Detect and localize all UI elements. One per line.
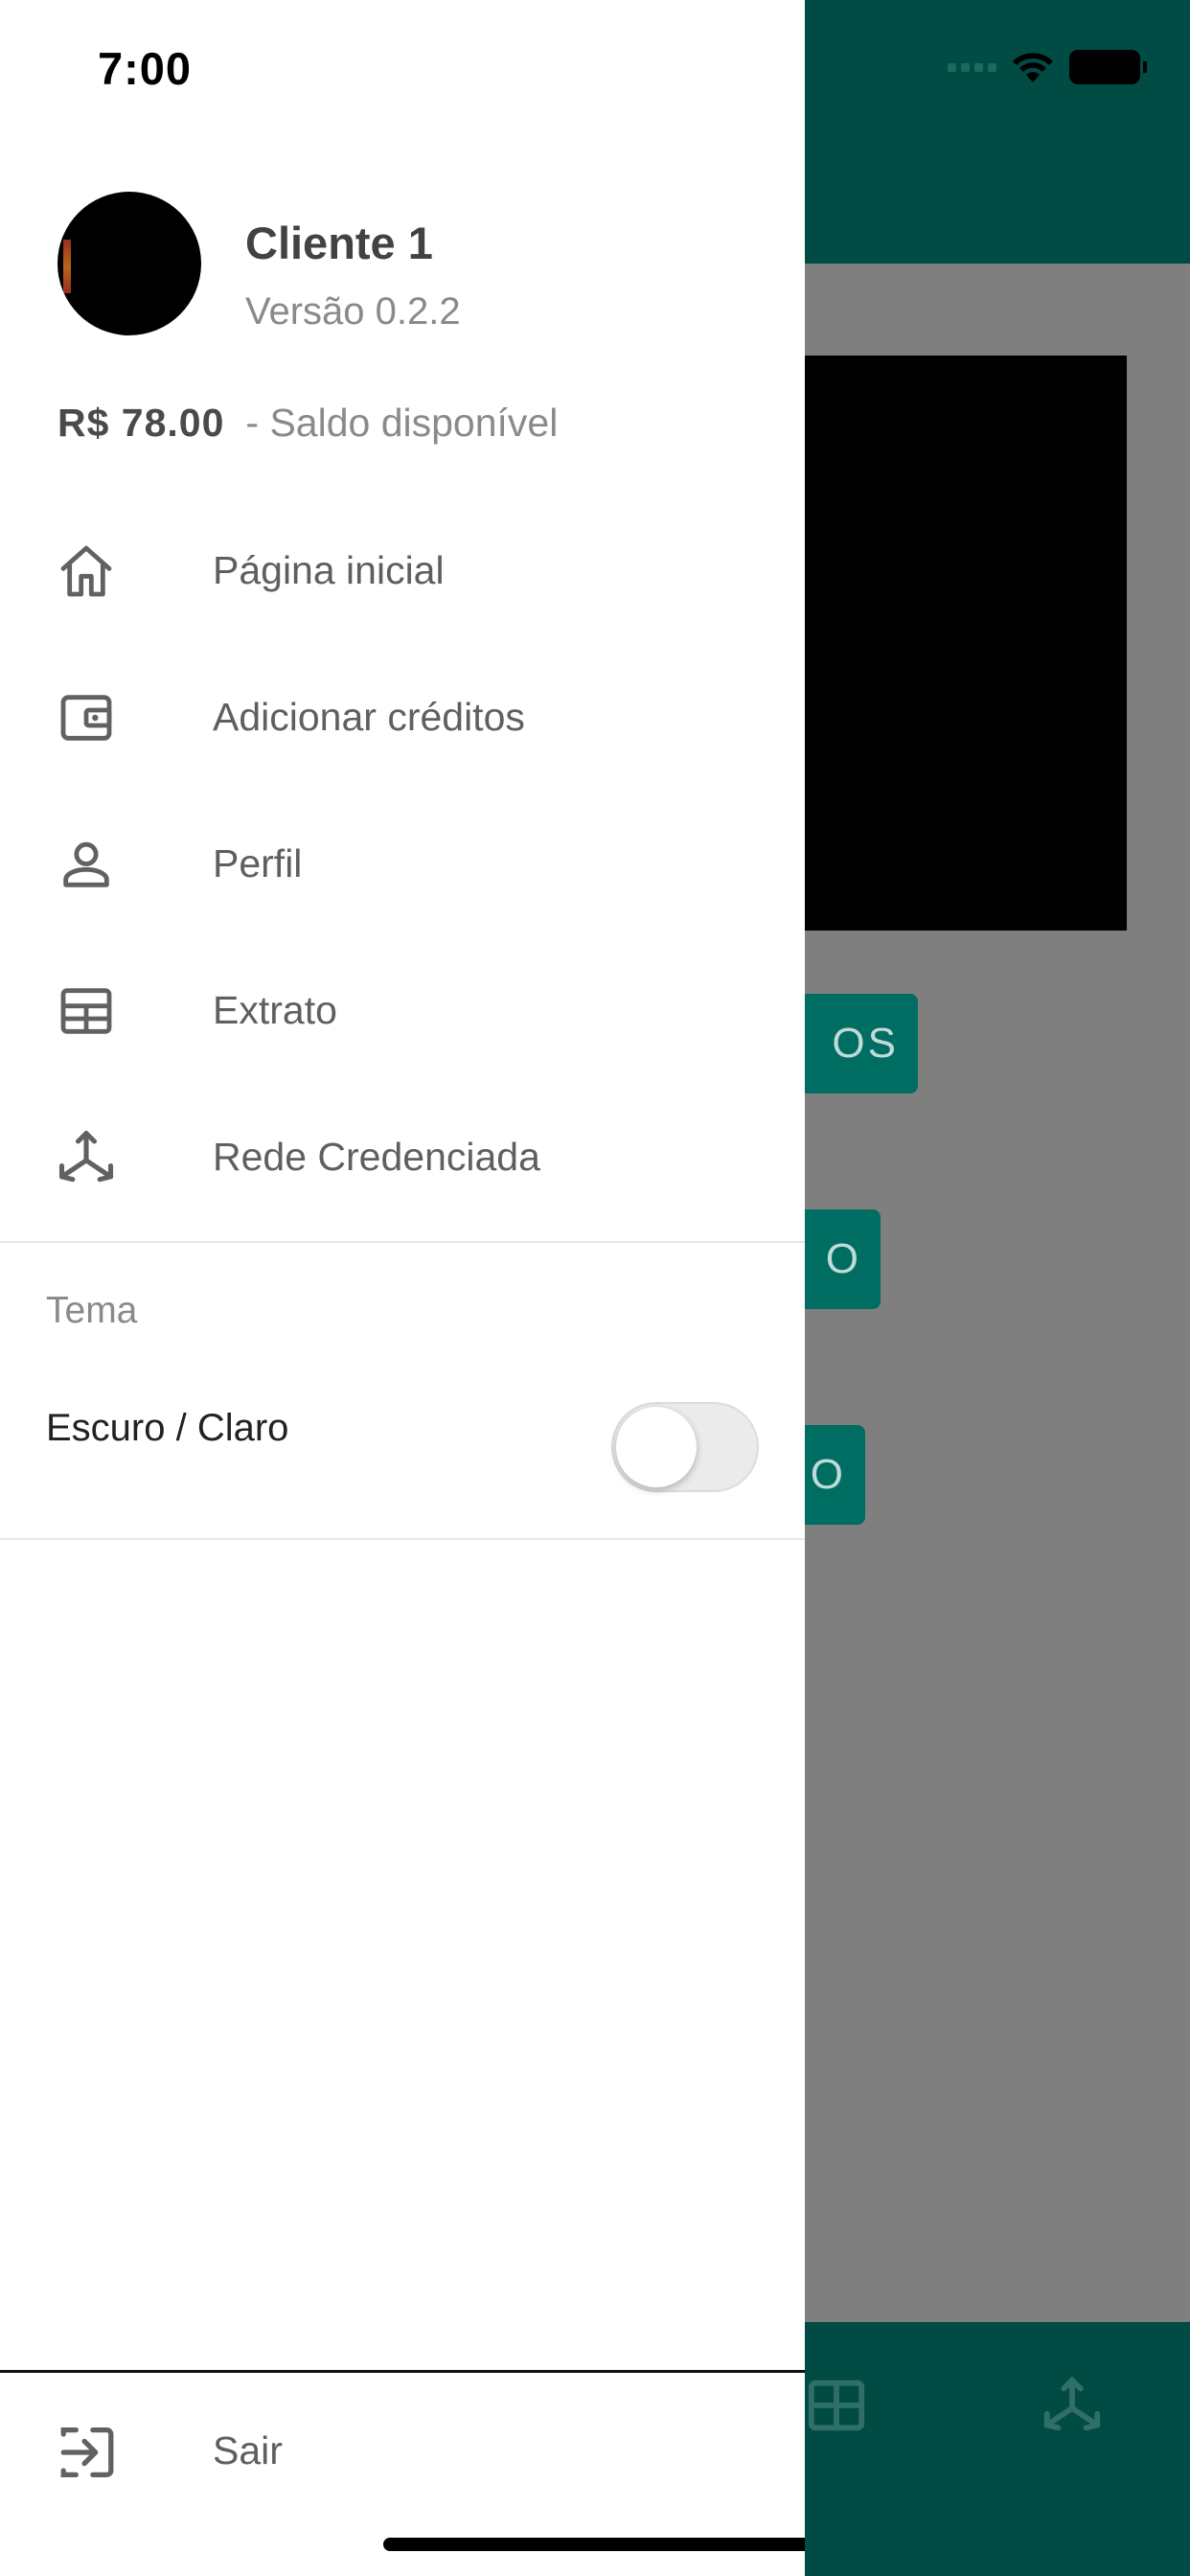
menu-item-profile[interactable]: Perfil — [0, 791, 805, 937]
menu-item-add-credits[interactable]: Adicionar créditos — [0, 644, 805, 791]
theme-section-title: Tema — [46, 1290, 138, 1331]
battery-icon — [1069, 50, 1147, 84]
table-icon — [54, 978, 119, 1044]
home-indicator[interactable] — [383, 2538, 805, 2551]
menu-label-home: Página inicial — [213, 548, 445, 592]
divider — [0, 1538, 805, 1540]
balance-row: R$ 78.00 - Saldo disponível — [57, 401, 558, 446]
app-version: Versão 0.2.2 — [245, 290, 461, 333]
toggle-knob — [616, 1407, 697, 1487]
theme-toggle[interactable] — [611, 1402, 759, 1492]
wifi-icon — [1013, 53, 1053, 82]
network-icon — [54, 1125, 119, 1190]
balance-label: - Saldo disponível — [245, 401, 559, 445]
status-icons — [948, 50, 1147, 84]
network-icon — [1043, 2376, 1101, 2431]
wallet-icon — [54, 685, 119, 750]
menu-item-home[interactable]: Página inicial — [0, 497, 805, 644]
balance-value: R$ 78.00 — [57, 401, 225, 445]
home-icon — [54, 539, 119, 604]
menu-item-statement[interactable]: Extrato — [0, 937, 805, 1084]
table-icon — [808, 2380, 865, 2431]
navigation-drawer: 7:00 Cliente 1 Versão 0.2.2 R$ 78.00 - S… — [0, 0, 805, 2576]
person-icon — [54, 832, 119, 897]
menu-label-add-credits: Adicionar créditos — [213, 695, 525, 739]
menu-label-statement: Extrato — [213, 988, 337, 1032]
drawer-menu: Página inicial Adicionar créditos Perfil… — [0, 497, 805, 1230]
theme-toggle-label: Escuro / Claro — [46, 1407, 289, 1449]
logout-icon — [60, 2427, 114, 2477]
user-name: Cliente 1 — [245, 218, 433, 268]
logout-button[interactable]: Sair — [0, 2373, 805, 2532]
menu-label-profile: Perfil — [213, 841, 303, 886]
status-time: 7:00 — [98, 43, 193, 94]
menu-label-network: Rede Credenciada — [213, 1135, 540, 1179]
logout-label: Sair — [213, 2428, 283, 2472]
menu-item-network[interactable]: Rede Credenciada — [0, 1084, 805, 1230]
avatar[interactable] — [57, 192, 201, 335]
divider — [0, 1241, 805, 1243]
signal-icon — [948, 62, 996, 72]
